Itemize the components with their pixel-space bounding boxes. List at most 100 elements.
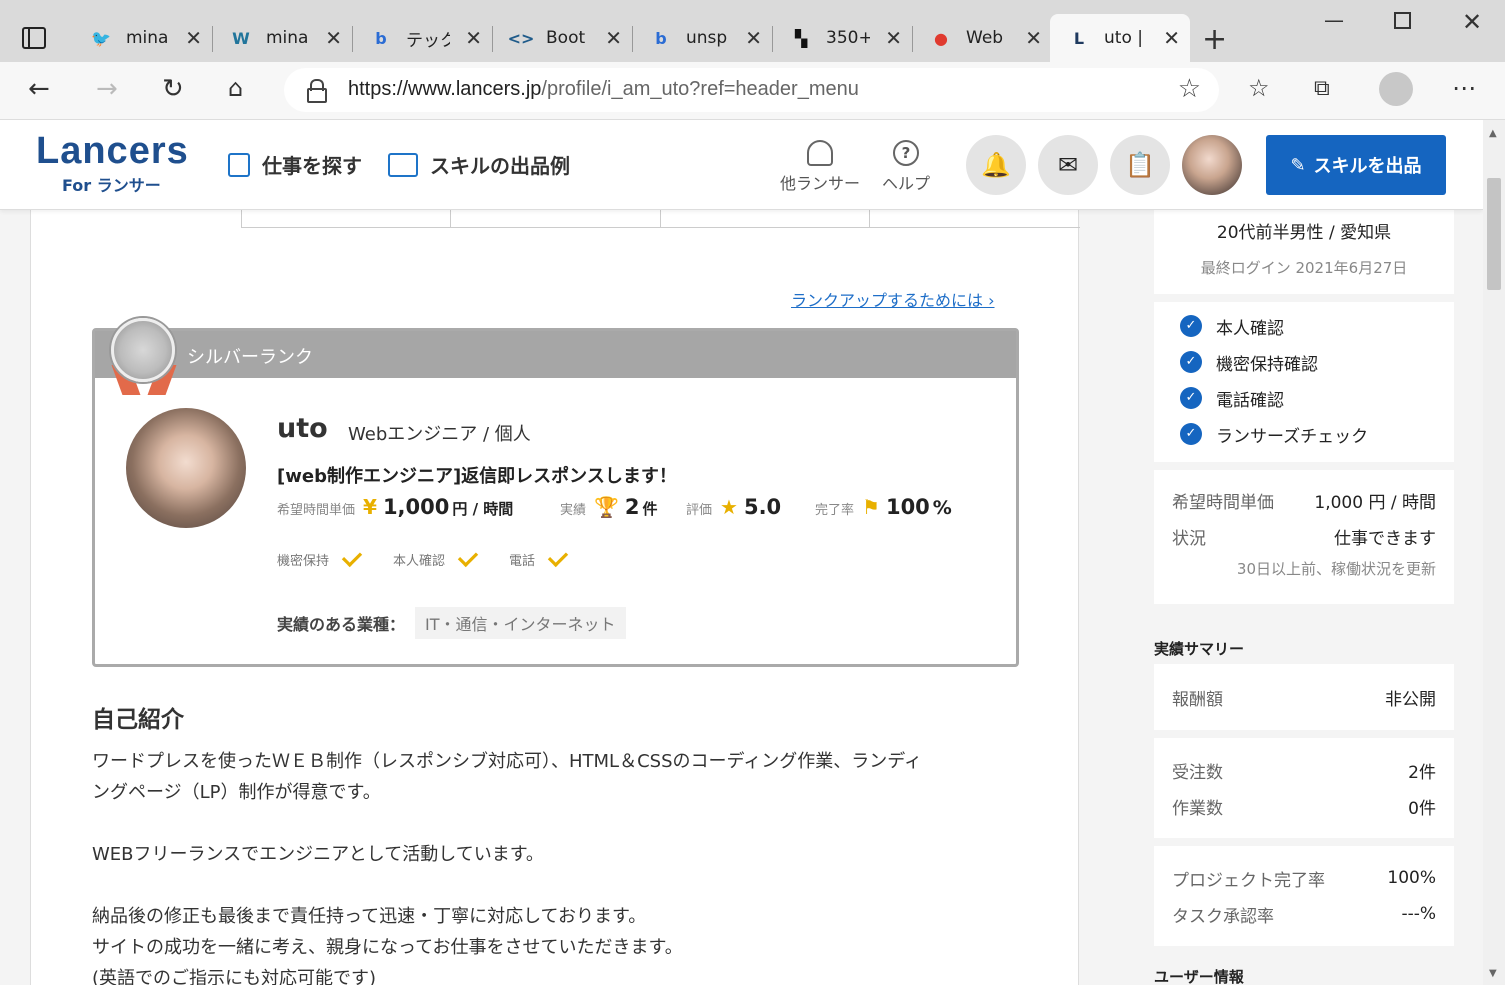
profile-card: シルバーランク uto Webエンジニア / 個人 [web制作エンジニア]返信… (92, 318, 1019, 667)
silver-medal-icon (111, 318, 175, 382)
verification-phone: ✓ 電話確認 (1154, 380, 1454, 416)
minimize-button[interactable]: — (1324, 8, 1344, 32)
logo-subtitle: For ランサー (62, 176, 161, 195)
tab-divider (660, 210, 661, 228)
tab-title: uto | (1104, 28, 1143, 48)
browser-tab[interactable]: Wmina ✕ (212, 14, 353, 62)
mail-icon[interactable]: ✉ (1038, 135, 1098, 195)
flag-icon: ⚑ (862, 495, 880, 519)
close-tab-icon[interactable]: ✕ (1163, 26, 1180, 50)
profile-tabs (241, 210, 1080, 228)
close-window-button[interactable]: ✕ (1462, 8, 1482, 36)
lancers-logo[interactable]: Lancers (36, 130, 189, 173)
nav-skill-examples-label: スキルの出品例 (430, 154, 570, 178)
last-login-text: 最終ログイン 2021年6月27日 (1200, 259, 1408, 277)
maximize-button[interactable] (1394, 12, 1411, 29)
other-lancers-link[interactable]: 他ランサー (780, 140, 860, 194)
work-row: 作業数 0件 (1172, 798, 1436, 819)
more-menu-icon[interactable]: ⋯ (1452, 74, 1476, 102)
rankup-link-label: ランクアップするためには (791, 291, 984, 310)
tab-title: Web (966, 28, 1004, 48)
new-tab-button[interactable]: + (1202, 22, 1227, 57)
address-bar[interactable]: https://www.lancers.jp/profile/i_am_uto?… (284, 68, 1219, 112)
code-icon: <> (507, 28, 535, 48)
intro-blank (92, 870, 1012, 901)
help-link[interactable]: ? ヘルプ (882, 140, 930, 194)
nav-skill-examples[interactable]: スキルの出品例 (388, 150, 570, 179)
intro-line: ワードプレスを使ったＷＥＢ制作（レスポンシブ対応可）、HTML＆CSSのコーディ… (92, 751, 922, 772)
profile-avatar[interactable] (1379, 72, 1413, 106)
user-avatar[interactable] (1182, 135, 1242, 195)
sidebar-rate-row: 希望時間単価 1,000 円 / 時間 (1172, 492, 1436, 513)
forward-icon[interactable]: → (96, 74, 118, 104)
help-icon: ? (893, 140, 919, 166)
add-favorite-icon[interactable]: ☆ (1178, 74, 1201, 104)
close-tab-icon[interactable]: ✕ (325, 26, 342, 50)
close-tab-icon[interactable]: ✕ (1025, 26, 1042, 50)
industry-tag[interactable]: IT・通信・インターネット (415, 607, 626, 639)
notification-bell-icon[interactable]: 🔔 (966, 135, 1026, 195)
page-scrollbar[interactable]: ▲ ▼ (1483, 120, 1505, 985)
user-catchphrase: [web制作エンジニア]返信即レスポンスします！ (277, 466, 677, 487)
lancers-icon: L (1073, 28, 1085, 48)
sidebar-profile-summary: 20代前半男性 / 愛知県 最終ログイン 2021年6月27日 (1154, 210, 1454, 294)
stat-completion: 完了率 ⚑ 100 % (815, 495, 952, 519)
project-rate-row: プロジェクト完了率 100% (1172, 868, 1436, 891)
favorites-icon[interactable]: ☆ (1248, 74, 1270, 102)
scroll-down-icon[interactable]: ▼ (1489, 968, 1497, 979)
check-confidentiality: 機密保持 (277, 546, 363, 569)
stat-jobs: 実績 🏆 2 件 (560, 495, 658, 519)
browser-tab[interactable]: 🐦 mina ✕ (72, 14, 213, 62)
close-tab-icon[interactable]: ✕ (465, 26, 482, 50)
browser-tab[interactable]: b テック ✕ (352, 14, 493, 62)
nav-find-jobs[interactable]: 仕事を探す (228, 150, 362, 179)
home-icon[interactable]: ⌂ (228, 74, 243, 102)
bing-icon: b (655, 28, 667, 48)
browser-tab[interactable]: b unsp ✕ (632, 14, 773, 62)
rankup-link[interactable]: ランクアップするためには › (791, 287, 995, 311)
close-tab-icon[interactable]: ✕ (885, 26, 902, 50)
tab-divider (241, 210, 242, 228)
stat-rating: 評価 ★ 5.0 (686, 495, 782, 519)
other-lancers-label: 他ランサー (780, 174, 861, 193)
sidebar-reward: 報酬額 非公開 (1154, 664, 1454, 730)
lock-icon[interactable] (306, 79, 327, 103)
check-circle-icon: ✓ (1180, 423, 1202, 445)
back-icon[interactable]: ← (28, 74, 50, 104)
intro-blank (92, 808, 1012, 839)
scrollbar-thumb[interactable] (1487, 178, 1501, 290)
document-icon (228, 152, 250, 177)
close-tab-icon[interactable]: ✕ (185, 26, 202, 50)
intro-line: WEBフリーランスでエンジニアとして活動しています。 (92, 844, 544, 865)
url-text[interactable]: https://www.lancers.jp/profile/i_am_uto?… (348, 78, 859, 101)
close-tab-icon[interactable]: ✕ (745, 26, 762, 50)
close-tab-icon[interactable]: ✕ (605, 26, 622, 50)
scroll-up-icon[interactable]: ▲ (1489, 128, 1497, 139)
pencil-icon: ✎ (1290, 154, 1306, 176)
browser-tab[interactable]: <> Boot ✕ (492, 14, 633, 62)
sidebar-rates: プロジェクト完了率 100% タスク承認率 ---% (1154, 846, 1454, 946)
verification-lancers-check: ✓ ランサーズチェック (1154, 416, 1454, 452)
intro-line: サイトの成功を一緒に考え、親身になってお仕事をさせていただきます。 (92, 937, 683, 958)
browser-tab[interactable]: Luto | ✕ (1050, 14, 1190, 62)
rank-band: シルバーランク (95, 331, 1016, 378)
collections-icon[interactable]: ⧉ (1314, 76, 1330, 101)
user-name: uto (277, 413, 328, 444)
user-info-title: ユーザー情報 (1154, 968, 1244, 985)
tab-title: Boot (546, 28, 586, 48)
profile-main: ランクアップするためには › シルバーランク uto Webエンジニア / 個人… (30, 210, 1080, 985)
help-label: ヘルプ (882, 174, 931, 193)
check-circle-icon: ✓ (1180, 315, 1202, 337)
tab-divider (869, 210, 870, 228)
tab-title: 350+ (826, 28, 870, 48)
browser-tab[interactable]: ▚ 350+ ✕ (772, 14, 913, 62)
refresh-icon[interactable]: ↻ (162, 74, 184, 104)
tab-title: mina (266, 28, 309, 48)
post-skill-button[interactable]: ✎ スキルを出品 (1266, 135, 1446, 195)
browser-tab[interactable]: ● Web ✕ (912, 14, 1052, 62)
clipboard-check-icon[interactable]: 📋 (1110, 135, 1170, 195)
intro-text: ワードプレスを使ったＷＥＢ制作（レスポンシブ対応可）、HTML＆CSSのコーディ… (92, 746, 1012, 985)
tab-actions-icon[interactable] (22, 27, 46, 49)
unsplash-icon: ▚ (794, 28, 808, 48)
check-identity: 本人確認 (393, 546, 479, 569)
